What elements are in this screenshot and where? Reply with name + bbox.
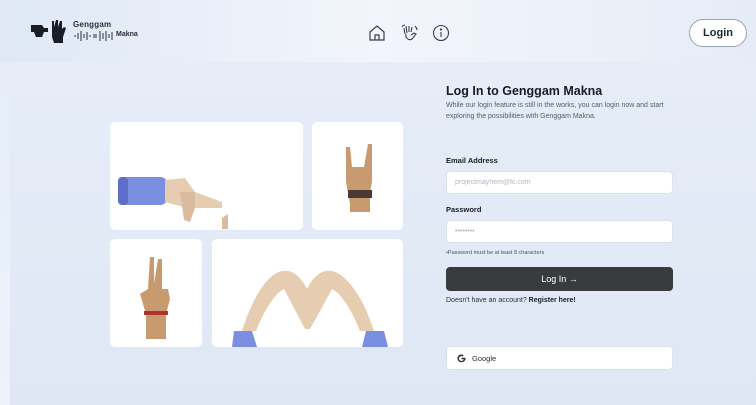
register-prefix: Doesn't have an account? <box>446 297 529 304</box>
password-hint: •Password must be at least 8 characters <box>446 250 545 256</box>
email-label: Email Address <box>446 156 498 165</box>
logo-name-bottom: Makna <box>116 31 138 38</box>
top-header: Genggam Makna Login <box>0 0 756 62</box>
google-label: Google <box>472 353 497 363</box>
password-label: Password <box>446 205 482 214</box>
image-tile-rock-hand <box>312 122 403 230</box>
form-description: While our login feature is still in the … <box>446 102 664 120</box>
logo-hands-icon <box>31 20 66 43</box>
register-link[interactable]: Register here! <box>529 297 576 304</box>
google-icon <box>457 353 466 363</box>
logo[interactable]: Genggam Makna <box>30 17 142 47</box>
google-login-button[interactable]: Google <box>446 346 673 370</box>
register-prompt: Doesn't have an account? Register here! <box>446 297 576 304</box>
login-submit-button[interactable]: Log In → <box>446 267 673 291</box>
form-title: Log In to Genggam Makna <box>446 84 603 98</box>
password-field[interactable] <box>446 220 673 243</box>
header-login-button[interactable]: Login <box>689 19 747 47</box>
soundwave-icon <box>74 31 113 41</box>
logo-name-top: Genggam <box>73 20 112 29</box>
hand-wave-icon[interactable] <box>401 24 419 42</box>
image-tile-heart-hands <box>212 239 403 347</box>
home-icon[interactable] <box>368 24 386 42</box>
email-field[interactable] <box>446 171 673 194</box>
info-icon[interactable] <box>432 24 450 42</box>
image-tile-peace-hand <box>110 239 202 347</box>
image-tile-pointing-hand <box>110 122 303 230</box>
